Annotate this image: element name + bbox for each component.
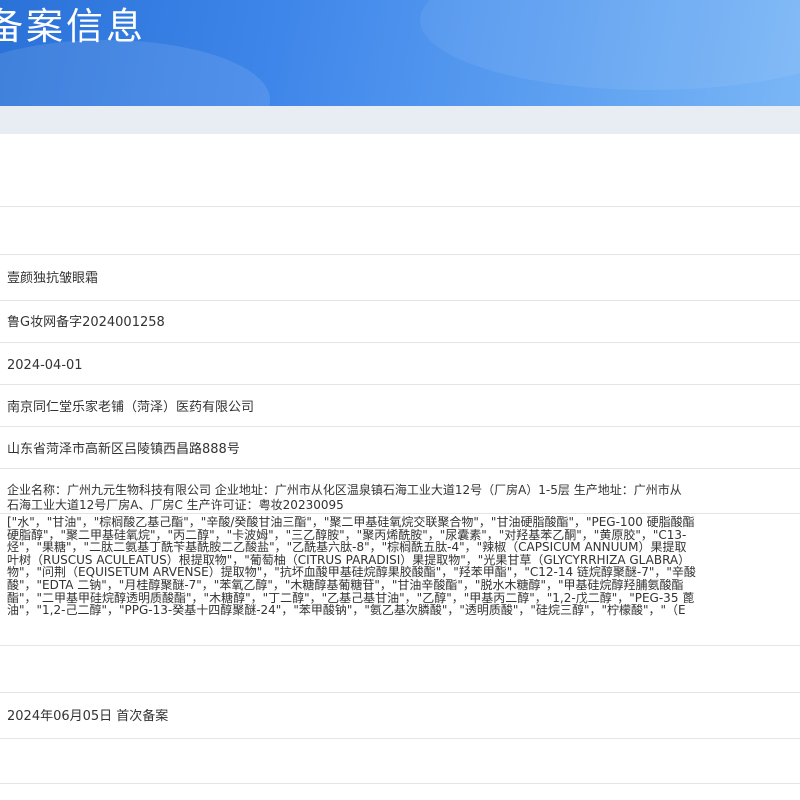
record-status-value: 2024年06月05日 首次备案 [7,709,169,724]
manufacturer-line: 石海工业大道12号厂房A、厂房C 生产许可证：粤妆20230095 [7,498,344,512]
ingredients-line: 油"，"1,2-己二醇"，"PPG-13-癸基十四醇聚醚-24"，"苯甲酸钠"，… [7,604,686,617]
divider [0,645,800,646]
ingredients-line: 酯"，"二甲基甲硅烷醇透明质酸酯"，"木糖醇"，"丁二醇"，"乙基己基甘油"，"… [7,591,695,605]
ingredients-line: 烃"，"果糖"，"二肽二氨基丁酰苄基酰胺二乙酸盐"，"乙酰基六肽-8"，"棕榈酰… [7,541,687,554]
divider [0,254,800,255]
product-name-value: 壹颜独抗皱眼霜 [7,271,99,286]
ingredients-line: ["水"，"甘油"，"棕榈酸乙基己酯"，"辛酸/癸酸甘油三酯"，"聚二甲基硅氧烷… [7,516,695,529]
divider [0,738,800,739]
divider [0,513,800,514]
divider [0,342,800,343]
ingredients-line: 酸"，"EDTA 二钠"，"月桂醇聚醚-7"，"苯氧乙醇"，"木糖醇基葡糖苷"，… [7,578,684,592]
divider [0,384,800,385]
registrant-address-value: 山东省菏泽市高新区吕陵镇西昌路888号 [7,442,240,457]
page-title: 备案信息 [0,5,146,48]
ingredients-line: 物"，"问荆（EQUISETUM ARVENSE）提取物"，"抗坏血酸甲基硅烷醇… [7,566,696,579]
banner-decoration [420,0,800,90]
ingredients-line: 叶树（RUSCUS ACULEATUS）根提取物"，"葡萄柚（CITRUS PA… [7,553,691,567]
ingredients-line: 硬脂醇"，"聚二甲基硅氧烷"，"丙二醇"，"卡波姆"，"三乙醇胺"，"聚丙烯酰胺… [7,528,687,542]
record-number-value: 鲁G妆网备字2024001258 [7,315,165,330]
record-date-value: 2024-04-01 [7,358,83,373]
ingredients-list: ["水"，"甘油"，"棕榈酸乙基己酯"，"辛酸/癸酸甘油三酯"，"聚二甲基硅氧烷… [7,516,800,640]
divider [0,468,800,469]
divider [0,206,800,207]
sub-header-bar [0,106,800,134]
manufacturer-line: 企业名称：广州九元生物科技有限公司 企业地址：广州市从化区温泉镇石海工业大道12… [7,483,682,497]
divider [0,783,800,784]
divider [0,692,800,693]
registrant-value: 南京同仁堂乐家老铺（菏泽）医药有限公司 [7,400,255,415]
page-header-banner: 备案信息 [0,0,800,106]
divider [0,300,800,301]
divider [0,426,800,427]
